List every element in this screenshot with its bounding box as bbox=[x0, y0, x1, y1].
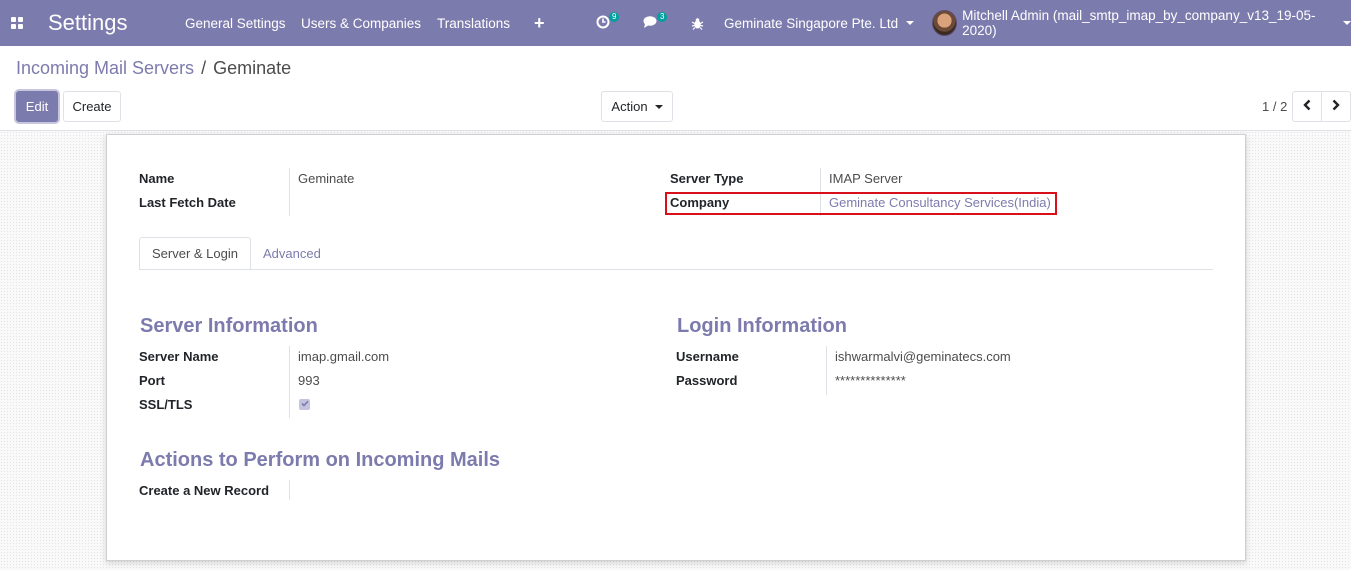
action-label: Action bbox=[611, 99, 648, 114]
activity-menu[interactable] bbox=[596, 0, 610, 46]
pager-value[interactable]: 1 / 2 bbox=[1262, 99, 1287, 114]
field-separator bbox=[289, 346, 290, 418]
highlight-annotation-box bbox=[665, 192, 1057, 215]
username-value: ishwarmalvi@geminatecs.com bbox=[835, 349, 1011, 364]
server-name-label: Server Name bbox=[139, 349, 219, 364]
action-dropdown[interactable]: Action bbox=[601, 91, 673, 122]
menu-translations[interactable]: Translations bbox=[437, 0, 510, 46]
create-button[interactable]: Create bbox=[63, 91, 121, 122]
password-label: Password bbox=[676, 373, 738, 388]
server-information-title: Server Information bbox=[140, 315, 318, 337]
messages-count-badge: 3 bbox=[657, 12, 668, 22]
avatar bbox=[932, 10, 958, 36]
login-information-title: Login Information bbox=[677, 315, 847, 337]
breadcrumb-parent-link[interactable]: Incoming Mail Servers bbox=[16, 58, 194, 78]
port-label: Port bbox=[139, 373, 165, 388]
ssl-tls-label: SSL/TLS bbox=[139, 397, 193, 412]
name-label: Name bbox=[139, 171, 175, 186]
user-name: Mitchell Admin (mail_smtp_imap_by_compan… bbox=[962, 8, 1316, 38]
server-name-value: imap.gmail.com bbox=[298, 349, 390, 364]
tab-server-login[interactable]: Server & Login bbox=[139, 237, 251, 270]
server-type-label: Server Type bbox=[670, 171, 744, 186]
breadcrumb: Incoming Mail Servers / Geminate bbox=[16, 58, 291, 79]
name-value: Geminate bbox=[298, 171, 355, 186]
breadcrumb-separator: / bbox=[201, 58, 207, 78]
activity-count-badge: 9 bbox=[609, 12, 620, 22]
create-new-record-label: Create a New Record bbox=[139, 483, 270, 498]
activity-icon bbox=[596, 15, 610, 32]
debug-bug-icon[interactable] bbox=[691, 0, 704, 46]
company-switcher[interactable]: Geminate Singapore Pte. Ltd bbox=[724, 0, 915, 46]
field-separator bbox=[289, 168, 290, 216]
company-name: Geminate Singapore Pte. Ltd bbox=[724, 15, 899, 31]
caret-down-icon bbox=[654, 104, 663, 109]
field-separator bbox=[289, 480, 290, 500]
menu-general-settings[interactable]: General Settings bbox=[185, 0, 286, 46]
tab-advanced[interactable]: Advanced bbox=[263, 237, 321, 270]
chevron-left-icon bbox=[1302, 98, 1312, 115]
username-label: Username bbox=[676, 349, 739, 364]
ssl-tls-checkbox[interactable] bbox=[299, 399, 310, 410]
caret-down-icon bbox=[1343, 21, 1351, 25]
password-value: ************** bbox=[835, 373, 906, 388]
user-menu[interactable]: Mitchell Admin (mail_smtp_imap_by_compan… bbox=[932, 0, 1351, 46]
check-icon bbox=[300, 400, 309, 409]
chevron-right-icon bbox=[1331, 98, 1341, 115]
apps-menu-icon[interactable] bbox=[6, 0, 28, 46]
last-fetch-date-label: Last Fetch Date bbox=[139, 195, 236, 210]
port-value: 993 bbox=[298, 373, 320, 388]
plus-icon[interactable]: + bbox=[534, 0, 545, 46]
pager-next-button[interactable] bbox=[1321, 91, 1351, 122]
top-navbar: Settings General Settings Users & Compan… bbox=[0, 0, 1351, 46]
edit-button[interactable]: Edit bbox=[16, 91, 58, 122]
actions-incoming-mails-title: Actions to Perform on Incoming Mails bbox=[140, 449, 501, 471]
server-type-value: IMAP Server bbox=[829, 171, 903, 186]
breadcrumb-current: Geminate bbox=[213, 58, 292, 78]
messages-menu[interactable] bbox=[643, 0, 659, 46]
tab-divider bbox=[139, 269, 1213, 270]
caret-down-icon bbox=[906, 21, 915, 25]
pager-previous-button[interactable] bbox=[1292, 91, 1322, 122]
field-separator bbox=[826, 346, 827, 395]
menu-users-companies[interactable]: Users & Companies bbox=[301, 0, 421, 46]
app-title[interactable]: Settings bbox=[48, 0, 128, 46]
